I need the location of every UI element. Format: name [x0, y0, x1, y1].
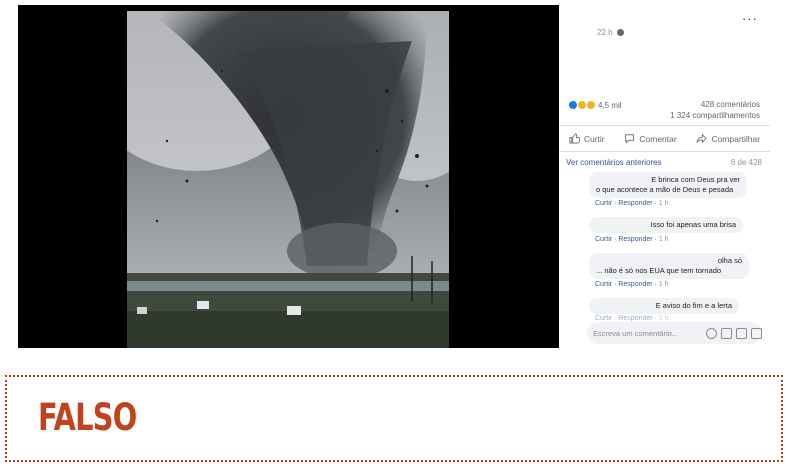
comment-reply-link[interactable]: Responder — [618, 236, 652, 243]
share-label: Compartilhar — [711, 133, 761, 144]
camera-icon[interactable] — [721, 327, 732, 339]
comment-reply-link[interactable]: Responder — [618, 315, 652, 322]
timestamp-text: 22 h — [597, 28, 613, 37]
comment-reply-link[interactable]: Responder — [618, 200, 652, 207]
comment-bubble: olha só ... não é só nos EUA que tem tor… — [589, 253, 749, 279]
reactions-count: 4,5 mil — [598, 100, 622, 110]
gif-icon[interactable] — [736, 327, 747, 339]
sticker-icon[interactable] — [751, 327, 762, 339]
tornado-photo — [127, 11, 449, 348]
facebook-post: ··· 22 h 4,5 mil 428 comentários 1 324 c… — [18, 5, 770, 348]
video-player[interactable] — [18, 5, 559, 348]
comment-time: 1 h — [658, 200, 669, 207]
comment-time: 1 h — [658, 281, 669, 288]
sad-reaction-icon — [586, 100, 596, 110]
comment-button[interactable]: Comentar — [624, 133, 677, 144]
comment-like-link[interactable]: Curtir — [595, 315, 612, 322]
comment-like-link[interactable]: Curtir — [595, 236, 612, 243]
comments-count[interactable]: 428 comentários — [670, 99, 760, 110]
view-previous-comments-link[interactable]: Ver comentários anteriores — [566, 158, 662, 167]
comment-actions: Curtir · Responder · 1 h — [595, 281, 669, 288]
comment-like-link[interactable]: Curtir — [595, 200, 612, 207]
emoji-icon[interactable] — [706, 327, 717, 339]
comment-text: Isso foi apenas uma brisa — [650, 220, 736, 229]
comment-time: 1 h — [658, 236, 669, 243]
comment-actions: Curtir · Responder · 1 h — [595, 236, 669, 243]
comment-text: o que acontece a mão de Deus e pesada — [596, 185, 734, 194]
thumbs-up-icon — [569, 133, 580, 144]
comment-input-icons — [706, 327, 762, 339]
comment-input-box — [587, 322, 762, 344]
comment-reply-link[interactable]: Responder — [618, 281, 652, 288]
like-label: Curtir — [583, 133, 605, 144]
verdict-label: FALSO — [38, 396, 137, 439]
shares-count[interactable]: 1 324 compartilhamentos — [670, 110, 760, 121]
like-button[interactable]: Curtir — [569, 133, 605, 144]
engagement-counts: 428 comentários 1 324 compartilhamentos — [670, 99, 760, 121]
comment-actions: Curtir · Responder · 1 h — [595, 200, 669, 207]
post-actions-bar: Curtir Comentar Compartilhar — [559, 125, 770, 152]
more-options-button[interactable]: ··· — [742, 11, 758, 26]
comment-bubble-icon — [625, 134, 635, 144]
comment-text: ... não é só nos EUA que tem tornado — [596, 266, 722, 275]
comment-bubble: E brinca com Deus pra ver o que acontece… — [589, 172, 747, 198]
comment-actions: Curtir · Responder · 1 h — [595, 315, 669, 322]
post-sidebar: ··· 22 h 4,5 mil 428 comentários 1 324 c… — [559, 5, 770, 348]
comment-label: Comentar — [639, 133, 677, 144]
comment-time: 1 h — [658, 315, 669, 322]
verdict-box: FALSO — [5, 375, 783, 462]
comment-bubble: E aviso do fim e a lerta — [589, 298, 739, 314]
comment-bubble: Isso foi apenas uma brisa — [589, 217, 743, 233]
reaction-summary[interactable]: 4,5 mil — [568, 100, 622, 110]
tornado-image — [127, 11, 449, 348]
comment-input[interactable] — [587, 327, 704, 339]
comment-text: E aviso do fim e a lerta — [655, 301, 732, 310]
comment-like-link[interactable]: Curtir — [595, 281, 612, 288]
globe-icon — [616, 29, 624, 36]
comment-text: olha só — [717, 256, 742, 265]
comment-page-count: 6 de 428 — [730, 158, 762, 167]
post-timestamp: 22 h — [597, 28, 624, 37]
share-arrow-icon — [696, 133, 708, 144]
comment-text: E brinca com Deus pra ver — [651, 175, 740, 184]
share-button[interactable]: Compartilhar — [696, 133, 760, 144]
